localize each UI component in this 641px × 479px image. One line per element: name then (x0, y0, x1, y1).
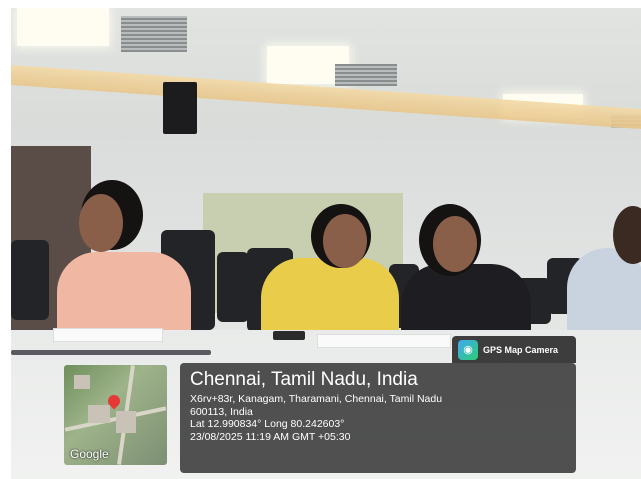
coordinates: Lat 12.990834° Long 80.242603° (190, 418, 345, 430)
gps-app-label: GPS Map Camera (483, 344, 559, 355)
paper-sheet (317, 334, 451, 348)
location-info-panel: Chennai, Tamil Nadu, India X6rv+83r, Kan… (180, 363, 576, 473)
gps-camera-icon: ◉ (458, 339, 478, 360)
person-3 (401, 264, 531, 338)
paper-sheet (53, 328, 163, 342)
location-city: Chennai, Tamil Nadu, India (190, 369, 418, 390)
office-chair (11, 240, 49, 320)
person-3-face (433, 216, 477, 272)
speaker (163, 82, 197, 134)
person-2-face (323, 214, 367, 268)
ceiling-light (17, 8, 109, 46)
air-vent (335, 64, 397, 86)
phone (273, 331, 305, 340)
air-vent (121, 16, 187, 52)
map-building (116, 411, 136, 433)
map-attribution: Google (70, 447, 109, 461)
office-chair (217, 252, 249, 322)
address-line-1: X6rv+83r, Kanagam, Tharamani, Chennai, T… (190, 393, 443, 405)
address-line-2: 600113, India (190, 405, 253, 418)
timestamp: 23/08/2025 11:19 AM GMT +05:30 (190, 430, 351, 443)
map-building (74, 375, 90, 389)
table-cable-tray (11, 350, 211, 355)
location-map-thumbnail: Google (64, 365, 167, 465)
gps-app-badge: ◉ GPS Map Camera (452, 336, 576, 363)
map-building (88, 405, 110, 423)
person-1-face (79, 194, 123, 252)
